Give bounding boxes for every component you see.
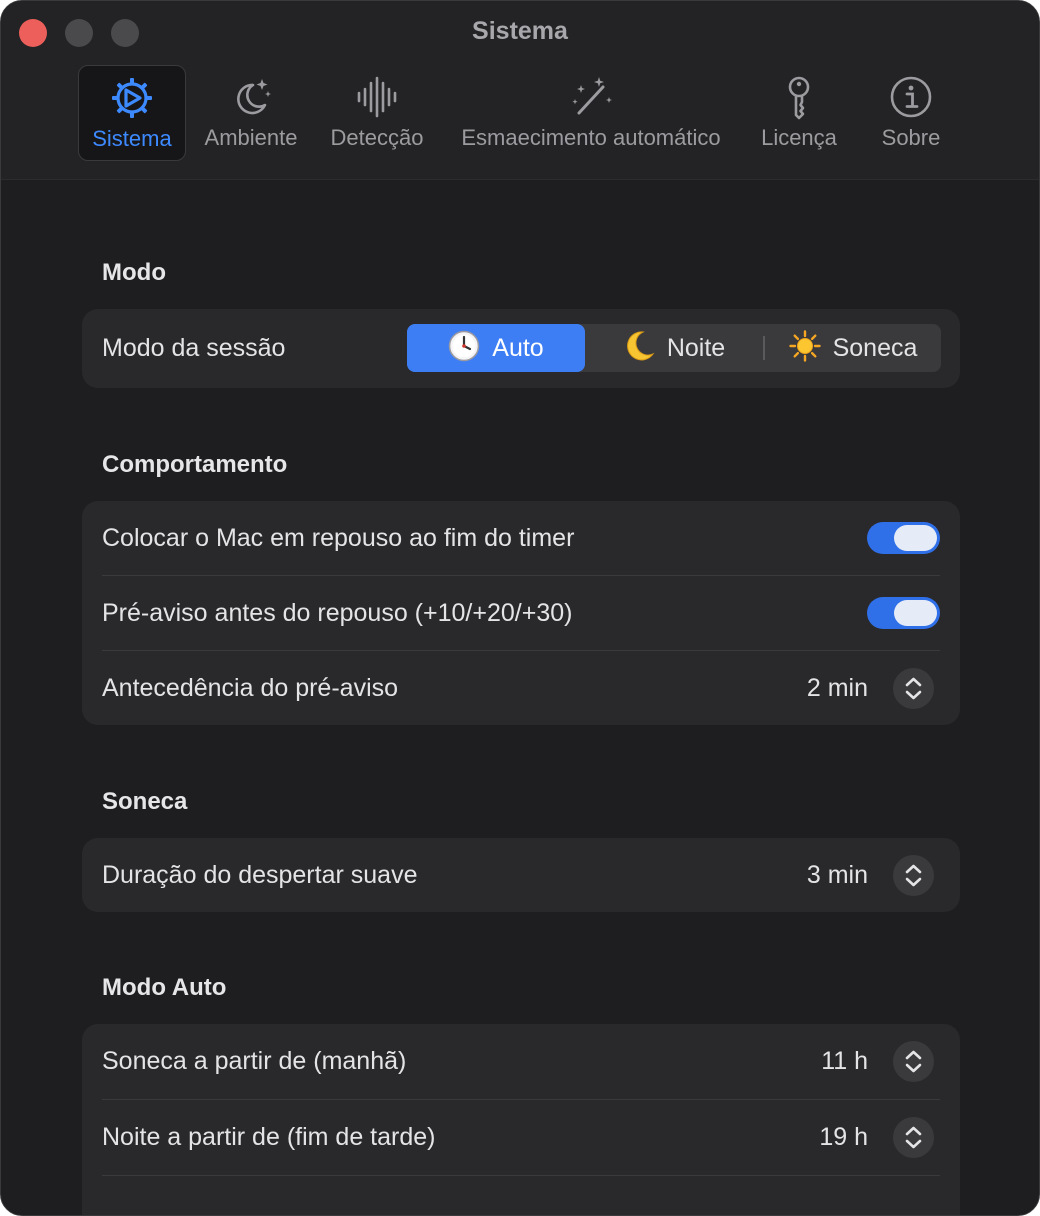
row-pre-warning: Pré-aviso antes do repouso (+10/+20/+30) xyxy=(82,576,960,651)
card-modo: Modo da sessão Auto Noite Soneca xyxy=(82,309,960,388)
gentle-wake-duration-value: 3 min xyxy=(806,861,868,889)
segment-label: Auto xyxy=(492,334,544,362)
settings-window: Sistema Sistema Ambiente Detecção Esmaec… xyxy=(0,0,1040,1216)
segment-noite[interactable]: Noite xyxy=(585,324,763,372)
toolbar: Sistema Sistema Ambiente Detecção Esmaec… xyxy=(1,1,1039,180)
night-from-value: 19 h xyxy=(819,1123,868,1151)
clock-icon xyxy=(449,331,480,362)
pre-warning-lead-time-stepper[interactable] xyxy=(893,668,934,709)
row-nap-from-morning: Soneca a partir de (manhã) 11 h xyxy=(82,1024,960,1099)
card-modo-auto: Soneca a partir de (manhã) 11 h Noite a … xyxy=(82,1024,960,1215)
tab-sobre[interactable]: Sobre xyxy=(865,65,957,161)
row-modo-da-sessao: Modo da sessão Auto Noite Soneca xyxy=(82,311,960,386)
night-from-stepper[interactable] xyxy=(893,1117,934,1158)
row-night-from-evening: Noite a partir de (fim de tarde) 19 h xyxy=(82,1100,960,1175)
tab-label: Sobre xyxy=(881,125,941,150)
toggle-knob xyxy=(894,600,937,626)
tab-label: Detecção xyxy=(330,125,424,150)
segment-label: Soneca xyxy=(832,334,918,362)
chevron-up-down-icon xyxy=(905,864,922,887)
row-gentle-wake-duration: Duração do despertar suave 3 min xyxy=(82,838,960,913)
card-soneca: Duração do despertar suave 3 min xyxy=(82,838,960,912)
row-label: Soneca a partir de (manhã) xyxy=(102,1047,407,1075)
section-title-modo: Modo xyxy=(102,259,166,286)
gentle-wake-duration-stepper[interactable] xyxy=(893,855,934,896)
row-sleep-at-timer-end: Colocar o Mac em repouso ao fim do timer xyxy=(82,501,960,576)
moon-stars-icon xyxy=(237,79,271,115)
key-icon xyxy=(788,76,810,120)
pre-warning-lead-time-value: 2 min xyxy=(806,674,868,702)
section-title-comportamento: Comportamento xyxy=(102,451,288,478)
tab-label: Ambiente xyxy=(204,125,298,150)
chevron-up-down-icon xyxy=(905,1126,922,1149)
chevron-up-down-icon xyxy=(905,1050,922,1073)
row-label: Noite a partir de (fim de tarde) xyxy=(102,1123,436,1151)
tab-label: Sistema xyxy=(92,126,172,151)
tab-deteccao[interactable]: Detecção xyxy=(323,65,431,161)
sun-icon xyxy=(788,330,821,363)
session-mode-segmented-control: Auto Noite Soneca xyxy=(407,324,941,372)
pre-warning-toggle[interactable] xyxy=(867,597,940,629)
row-pre-warning-lead-time: Antecedência do pré-aviso 2 min xyxy=(82,651,960,726)
row-divider xyxy=(102,1175,940,1176)
sleep-at-timer-end-toggle[interactable] xyxy=(867,522,940,554)
tab-esmaecimento-automatico[interactable]: Esmaecimento automático xyxy=(449,65,733,161)
tab-label: Licença xyxy=(761,125,837,150)
row-label: Antecedência do pré-aviso xyxy=(102,674,399,702)
segment-auto[interactable]: Auto xyxy=(407,324,585,372)
row-label: Modo da sessão xyxy=(102,334,286,362)
tab-ambiente[interactable]: Ambiente xyxy=(198,65,304,161)
tab-sistema[interactable]: Sistema xyxy=(78,65,186,161)
row-label: Colocar o Mac em repouso ao fim do timer xyxy=(102,524,575,552)
window-title: Sistema xyxy=(472,17,568,45)
row-label: Pré-aviso antes do repouso (+10/+20/+30) xyxy=(102,599,573,627)
card-comportamento: Colocar o Mac em repouso ao fim do timer… xyxy=(82,501,960,725)
toggle-knob xyxy=(894,525,937,551)
info-icon xyxy=(890,76,932,118)
waveform-icon xyxy=(357,76,397,118)
chevron-up-down-icon xyxy=(905,677,922,700)
segment-label: Noite xyxy=(666,334,726,362)
tab-licenca[interactable]: Licença xyxy=(751,65,847,161)
gear-icon xyxy=(112,78,152,118)
row-label: Duração do despertar suave xyxy=(102,861,418,889)
tab-label: Esmaecimento automático xyxy=(461,125,721,150)
nap-from-stepper[interactable] xyxy=(893,1041,934,1082)
nap-from-value: 11 h xyxy=(821,1047,868,1075)
section-title-modo-auto: Modo Auto xyxy=(102,974,227,1001)
segment-soneca[interactable]: Soneca xyxy=(765,324,941,372)
section-title-soneca: Soneca xyxy=(102,788,188,815)
magic-wand-icon xyxy=(572,77,612,115)
crescent-moon-icon xyxy=(626,331,655,361)
